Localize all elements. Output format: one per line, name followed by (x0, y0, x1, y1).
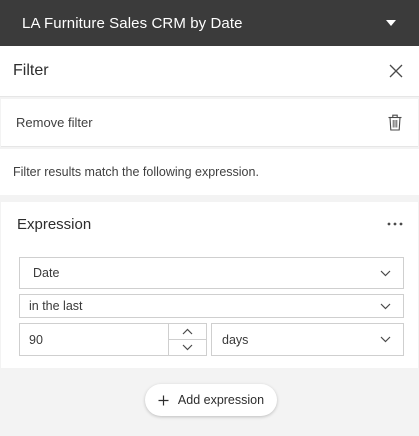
add-expression-label: Add expression (177, 393, 265, 407)
stepper-controls (168, 324, 206, 355)
expression-title: Expression (17, 215, 92, 233)
remove-filter-label: Remove filter (16, 115, 93, 130)
layer-title: LA Furniture Sales CRM by Date (22, 14, 243, 32)
chevron-down-icon (380, 270, 391, 277)
operator-select[interactable]: in the last (19, 294, 404, 318)
caret-down-icon[interactable] (386, 20, 396, 26)
more-horizontal-icon[interactable] (384, 213, 406, 235)
chevron-down-icon (380, 336, 391, 343)
layer-header[interactable]: LA Furniture Sales CRM by Date (0, 0, 419, 46)
plus-icon (158, 395, 169, 406)
amount-input[interactable]: 90 (20, 324, 168, 355)
expression-header: Expression (1, 202, 418, 246)
chevron-down-icon (380, 303, 391, 310)
unit-select-value: days (222, 332, 249, 347)
field-select-value: Date (33, 266, 60, 280)
close-icon[interactable] (385, 60, 407, 82)
expression-card: Expression Date in the last 90 days (1, 202, 418, 368)
chevron-down-icon[interactable] (169, 340, 206, 355)
amount-stepper[interactable]: 90 (19, 323, 207, 356)
trash-icon[interactable] (385, 113, 405, 133)
description-text: Filter results match the following expre… (13, 165, 259, 179)
operator-select-value: in the last (29, 299, 83, 313)
filter-panel-header: Filter (0, 46, 419, 97)
filter-description: Filter results match the following expre… (0, 149, 419, 195)
panel-title: Filter (13, 62, 49, 79)
chevron-up-icon[interactable] (169, 324, 206, 340)
field-select[interactable]: Date (19, 257, 404, 289)
unit-select[interactable]: days (211, 323, 404, 356)
add-expression-button[interactable]: Add expression (145, 384, 277, 416)
remove-filter-row[interactable]: Remove filter (1, 99, 418, 147)
